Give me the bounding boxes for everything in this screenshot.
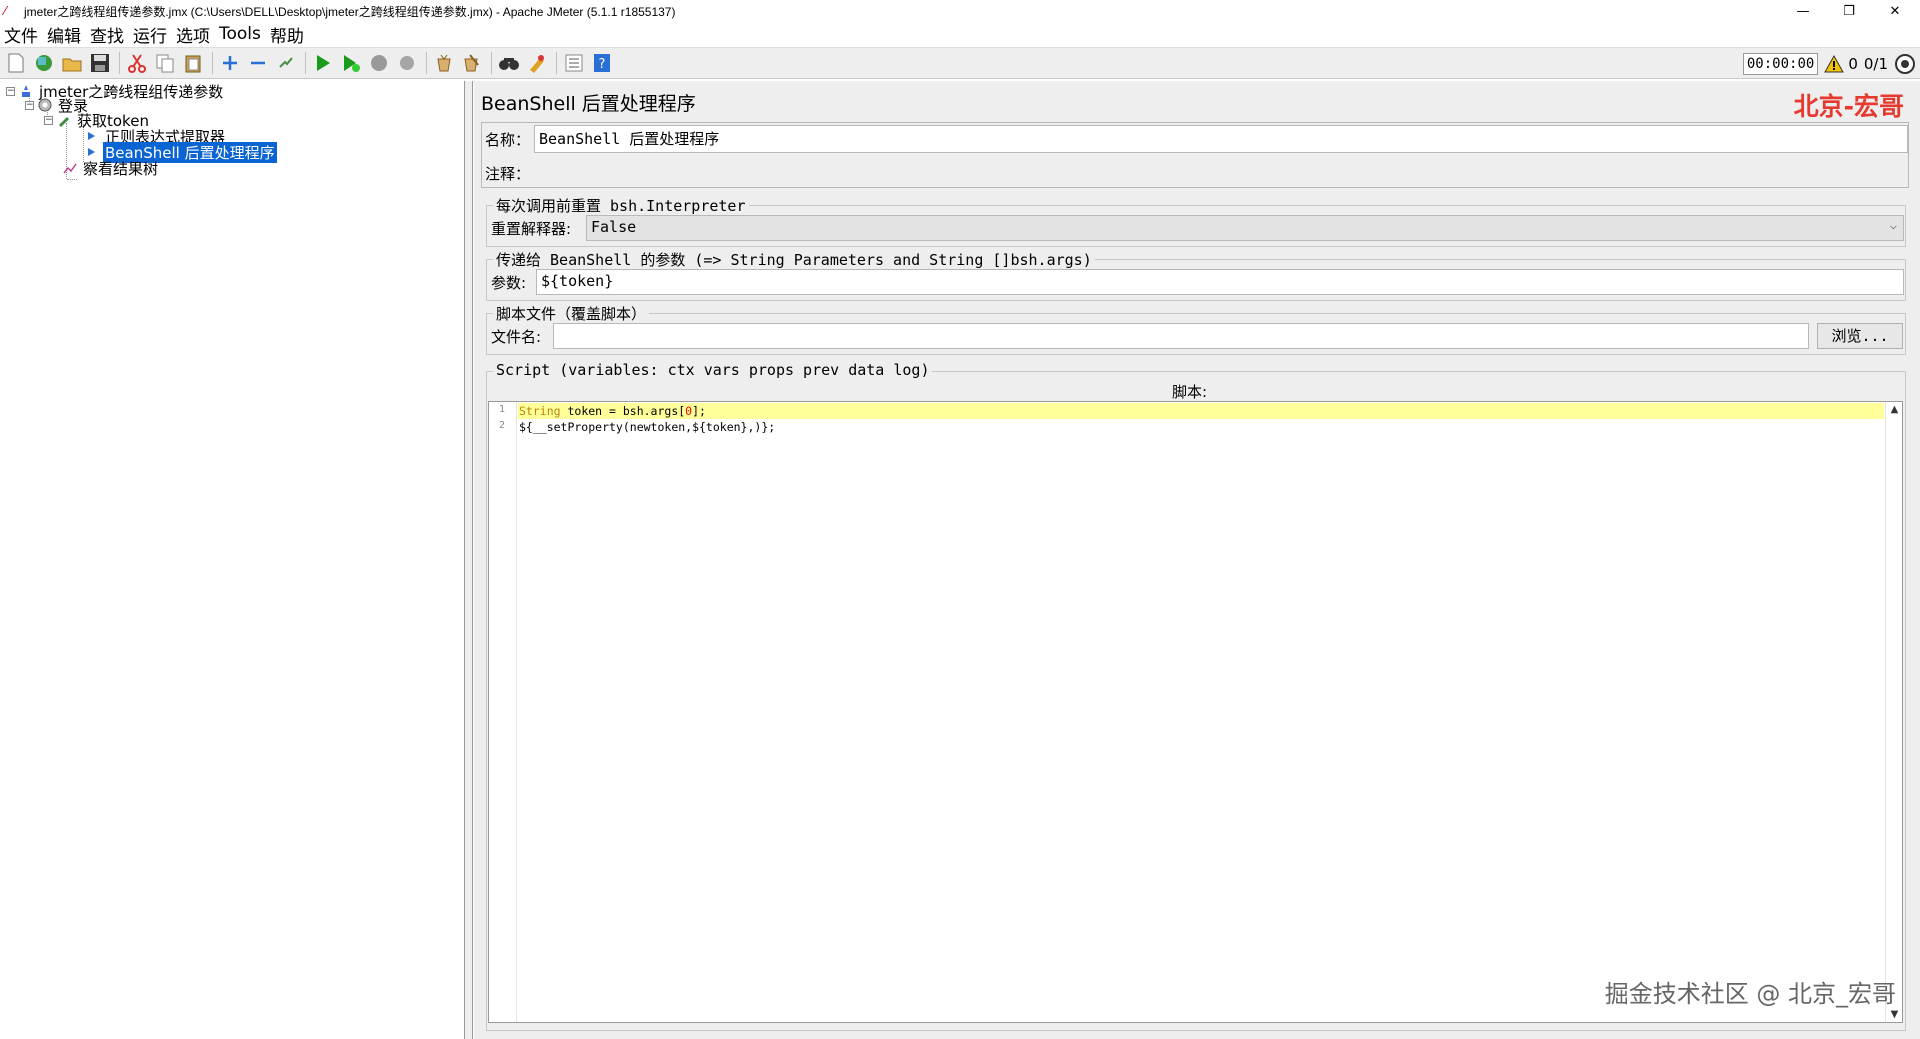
script-file-group: 脚本文件（覆盖脚本） 文件名: 浏览... [486, 303, 1906, 355]
close-button[interactable]: ✕ [1872, 0, 1918, 22]
scroll-up-icon[interactable]: ▲ [1886, 404, 1903, 415]
title-bar: ⁄ jmeter之跨线程组传递参数.jmx (C:\Users\DELL\Des… [0, 0, 1920, 22]
jmeter-feather-icon: ⁄ [4, 4, 7, 18]
toolbar-separator [426, 52, 427, 74]
toolbar: ? 00:00:00 0 0/1 [0, 47, 1920, 79]
name-comment-box: 名称： BeanShell 后置处理程序 注释： [481, 122, 1909, 188]
group-legend: 脚本文件（覆盖脚本） [493, 303, 650, 324]
menu-file[interactable]: 文件 [0, 22, 43, 47]
code-line-2: ${__setProperty(newtoken,${token},)}; [518, 419, 1884, 435]
reset-label: 重置解释器: [491, 220, 572, 238]
code-text: token = bsh.args[ [560, 404, 686, 418]
parameters-group: 传递给 BeanShell 的参数 (=> String Parameters … [486, 249, 1906, 301]
chevron-down-icon: ⌵ [1889, 218, 1897, 232]
status-area: 00:00:00 0 0/1 [1742, 51, 1916, 77]
scroll-down-icon[interactable]: ▼ [1886, 1009, 1903, 1020]
paste-icon[interactable] [181, 51, 205, 75]
function-helper-icon[interactable] [562, 51, 586, 75]
comment-field[interactable] [534, 157, 1908, 185]
name-label: 名称： [485, 131, 531, 149]
group-legend: 每次调用前重置 bsh.Interpreter [493, 195, 749, 216]
copy-icon[interactable] [153, 51, 177, 75]
stop-icon[interactable] [367, 51, 391, 75]
remote-status-icon [1895, 54, 1915, 74]
menu-edit[interactable]: 编辑 [43, 22, 86, 47]
warning-icon[interactable] [1824, 55, 1845, 73]
menu-bar: 文件 编辑 查找 运行 选项 Tools 帮助 [0, 22, 1920, 47]
shutdown-icon[interactable] [395, 51, 419, 75]
filename-field[interactable] [553, 323, 1809, 349]
name-field[interactable]: BeanShell 后置处理程序 [534, 125, 1908, 153]
code-text: ]; [692, 404, 706, 418]
parameters-field[interactable]: ${token} [536, 269, 1904, 295]
gear-icon [37, 97, 53, 113]
minimize-button[interactable]: — [1780, 0, 1826, 22]
menu-search[interactable]: 查找 [86, 22, 129, 47]
watermark-bottom: 掘金技术社区 @ 北京_宏哥 [1604, 980, 1896, 1008]
expand-all-icon[interactable] [218, 51, 242, 75]
clear-icon[interactable] [432, 51, 456, 75]
cut-icon[interactable] [125, 51, 149, 75]
script-label: 脚本: [1172, 383, 1208, 401]
arrow-icon [84, 128, 100, 144]
window-title: jmeter之跨线程组传递参数.jmx (C:\Users\DELL\Deskt… [24, 4, 676, 19]
new-icon[interactable] [4, 51, 28, 75]
collapse-all-icon[interactable] [246, 51, 270, 75]
code-text: ${__setProperty(newtoken,${token},)}; [519, 420, 776, 434]
listener-chart-icon [62, 160, 78, 176]
reset-search-icon[interactable] [525, 51, 549, 75]
group-legend: Script (variables: ctx vars props prev d… [493, 361, 933, 379]
script-editor[interactable]: 1 2 String token = bsh.args[0]; ${__setP… [488, 401, 1903, 1023]
menu-help[interactable]: 帮助 [266, 22, 309, 47]
toggle-icon[interactable] [274, 51, 298, 75]
beanshell-postprocessor-panel: BeanShell 后置处理程序 北京-宏哥 名称： BeanShell 后置处… [474, 81, 1920, 1039]
open-icon[interactable] [60, 51, 84, 75]
comment-label: 注释： [485, 165, 531, 183]
line-number: 2 [498, 420, 505, 431]
collapse-toggle[interactable]: − [25, 100, 34, 110]
error-count: 0 [1848, 55, 1858, 73]
test-plan-tree: − jmeter之跨线程组传递参数 − 登录 − 获取token 正则表达式提取… [0, 81, 465, 1039]
code-line-1: String token = bsh.args[0]; [518, 403, 1884, 419]
start-icon[interactable] [311, 51, 335, 75]
toolbar-separator [305, 52, 306, 74]
reset-interpreter-group: 每次调用前重置 bsh.Interpreter 重置解释器: False ⌵ [486, 195, 1906, 247]
tree-label: 察看结果树 [83, 159, 159, 178]
browse-button[interactable]: 浏览... [1817, 323, 1903, 349]
editor-scrollbar[interactable]: ▲ ▼ [1885, 402, 1902, 1022]
line-number-gutter: 1 2 [489, 402, 517, 1022]
menu-run[interactable]: 运行 [129, 22, 172, 47]
templates-icon[interactable] [32, 51, 56, 75]
collapse-toggle[interactable]: − [6, 86, 15, 96]
collapse-toggle[interactable]: − [44, 115, 53, 125]
clear-all-icon[interactable] [460, 51, 484, 75]
filename-label: 文件名: [491, 328, 542, 346]
group-legend: 传递给 BeanShell 的参数 (=> String Parameters … [493, 249, 1095, 270]
toolbar-separator [491, 52, 492, 74]
save-icon[interactable] [88, 51, 112, 75]
split-pane-divider[interactable] [465, 81, 473, 1039]
reset-interpreter-select[interactable]: False ⌵ [586, 215, 1904, 241]
search-icon[interactable] [497, 51, 521, 75]
elapsed-timer: 00:00:00 [1742, 53, 1819, 75]
pipette-icon [56, 112, 72, 128]
start-no-pause-icon[interactable] [339, 51, 363, 75]
toolbar-separator [556, 52, 557, 74]
thread-count: 0/1 [1863, 55, 1888, 73]
toolbar-separator [212, 52, 213, 74]
tree-node-results-tree[interactable]: 察看结果树 [62, 159, 160, 178]
page-title: BeanShell 后置处理程序 [481, 93, 696, 115]
help-icon[interactable]: ? [590, 51, 614, 75]
tree-connector [67, 179, 77, 180]
line-number: 1 [498, 404, 505, 415]
svg-text:?: ? [599, 57, 606, 72]
parameters-label: 参数: [491, 274, 527, 292]
menu-tools[interactable]: Tools [215, 24, 266, 44]
restore-button[interactable]: ❐ [1826, 0, 1872, 22]
code-keyword: String [519, 404, 561, 418]
menu-options[interactable]: 选项 [172, 22, 215, 47]
watermark-top: 北京-宏哥 [1793, 92, 1904, 121]
toolbar-separator [119, 52, 120, 74]
select-value: False [591, 218, 637, 236]
